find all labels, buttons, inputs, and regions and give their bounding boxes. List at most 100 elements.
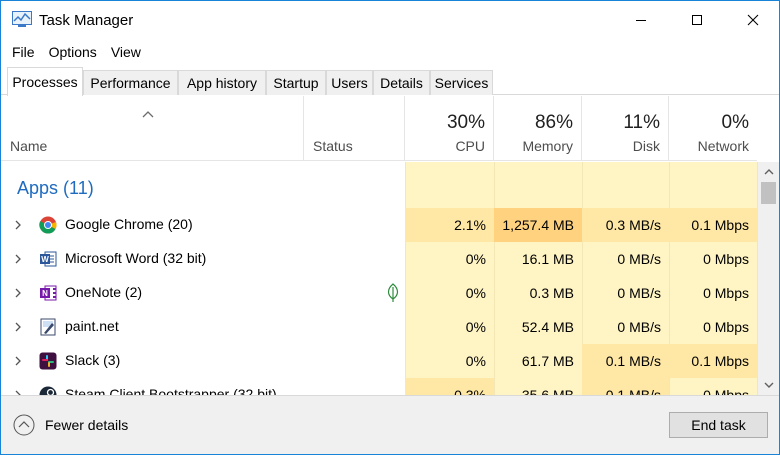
network-value: 0 Mbps xyxy=(703,251,749,267)
tab-details[interactable]: Details xyxy=(373,70,430,95)
svg-text:N: N xyxy=(42,289,48,298)
network-value: 0 Mbps xyxy=(703,387,749,395)
network-value: 0 Mbps xyxy=(703,285,749,301)
title-bar[interactable]: Task Manager xyxy=(1,1,779,39)
column-label-cpu: CPU xyxy=(455,138,485,154)
network-value: 0 Mbps xyxy=(703,319,749,335)
window-title: Task Manager xyxy=(39,12,134,29)
table-row[interactable]: Steam Client Bootstrapper (32 bit) 0.3% … xyxy=(1,378,757,395)
cpu-value: 2.1% xyxy=(405,208,494,242)
tab-startup[interactable]: Startup xyxy=(266,70,326,95)
menu-file[interactable]: File xyxy=(12,44,35,60)
menu-bar: File Options View xyxy=(1,39,779,64)
group-header-apps[interactable]: Apps (11) xyxy=(1,162,757,208)
process-name: paint.net xyxy=(65,318,119,334)
disk-value: 0 MB/s xyxy=(617,319,661,335)
cpu-value: 0% xyxy=(465,319,486,335)
maximize-icon xyxy=(692,15,702,25)
column-header-name[interactable]: Name xyxy=(1,96,304,161)
column-label-name: Name xyxy=(10,138,48,154)
scroll-up-icon[interactable] xyxy=(764,168,774,175)
column-header-network[interactable]: 0% Network xyxy=(669,96,757,161)
word-icon: W xyxy=(40,251,57,267)
svg-text:W: W xyxy=(41,255,49,264)
network-total-percent: 0% xyxy=(721,112,749,133)
memory-value: 1,257.4 MB xyxy=(494,208,582,242)
tab-app-history[interactable]: App history xyxy=(178,70,266,95)
table-row[interactable]: W Microsoft Word (32 bit) 0% 16.1 MB 0 M… xyxy=(1,242,757,276)
disk-value: 0 MB/s xyxy=(617,285,661,301)
onenote-icon: N xyxy=(40,285,57,301)
paintnet-icon xyxy=(40,318,56,336)
column-label-status: Status xyxy=(313,138,353,154)
tab-services[interactable]: Services xyxy=(430,70,493,95)
table-row[interactable]: Google Chrome (20) 2.1% 1,257.4 MB 0.3 M… xyxy=(1,208,757,242)
tab-processes[interactable]: Processes xyxy=(7,67,83,96)
tab-users[interactable]: Users xyxy=(326,70,373,95)
process-name: OneNote (2) xyxy=(65,284,143,300)
column-header-memory[interactable]: 86% Memory xyxy=(494,96,582,161)
sort-ascending-icon xyxy=(142,111,154,118)
chrome-icon xyxy=(39,216,57,234)
table-header: Name Status 30% CPU 86% Memory 11% Disk … xyxy=(1,96,757,161)
footer-bar: Fewer details End task xyxy=(1,395,779,454)
memory-value: 0.3 MB xyxy=(529,285,574,301)
column-label-network: Network xyxy=(697,138,749,154)
network-value: 0.1 Mbps xyxy=(669,208,757,242)
disk-total-percent: 11% xyxy=(623,112,660,133)
disk-value: 0.1 MB/s xyxy=(582,344,669,378)
menu-view[interactable]: View xyxy=(111,44,141,60)
network-value: 0.1 Mbps xyxy=(669,344,757,378)
leaf-icon xyxy=(387,283,399,302)
scroll-down-icon[interactable] xyxy=(764,382,774,389)
disk-value: 0.1 MB/s xyxy=(582,378,669,395)
chevron-right-icon[interactable] xyxy=(14,219,22,231)
cpu-value: 0% xyxy=(465,285,486,301)
process-name: Google Chrome (20) xyxy=(65,216,193,232)
minimize-icon xyxy=(636,20,646,21)
collapse-up-icon[interactable] xyxy=(13,414,35,436)
task-manager-icon xyxy=(12,11,32,27)
memory-value: 61.7 MB xyxy=(521,353,574,369)
close-button[interactable] xyxy=(730,1,776,39)
steam-icon xyxy=(39,386,57,395)
chevron-right-icon[interactable] xyxy=(14,321,22,333)
chevron-right-icon[interactable] xyxy=(14,253,22,265)
process-name: Slack (3) xyxy=(65,352,121,368)
column-header-disk[interactable]: 11% Disk xyxy=(582,96,669,161)
tab-strip: Processes Performance App history Startu… xyxy=(1,65,779,96)
slack-icon xyxy=(39,352,57,370)
minimize-button[interactable] xyxy=(618,1,664,39)
table-row[interactable]: N OneNote (2) 0% 0.3 MB 0 MB/s 0 Mbps xyxy=(1,276,757,310)
tab-performance[interactable]: Performance xyxy=(83,70,178,95)
chevron-right-icon[interactable] xyxy=(14,355,22,367)
memory-value: 35.6 MB xyxy=(521,387,574,395)
memory-value: 52.4 MB xyxy=(521,319,574,335)
table-row[interactable]: paint.net 0% 52.4 MB 0 MB/s 0 Mbps xyxy=(1,310,757,344)
task-manager-window: Task Manager File Options View Processes… xyxy=(0,0,780,455)
process-list[interactable]: Apps (11) Google Chrome (20) 2.1% 1,257.… xyxy=(1,162,757,395)
column-header-status[interactable]: Status xyxy=(304,96,405,161)
column-header-cpu[interactable]: 30% CPU xyxy=(405,96,494,161)
end-task-button[interactable]: End task xyxy=(669,412,768,438)
column-label-memory: Memory xyxy=(522,138,573,154)
table-row[interactable]: Slack (3) 0% 61.7 MB 0.1 MB/s 0.1 Mbps xyxy=(1,344,757,378)
group-title: Apps (11) xyxy=(17,178,94,198)
cpu-value: 0% xyxy=(465,251,486,267)
menu-options[interactable]: Options xyxy=(49,44,97,60)
cpu-value: 0.3% xyxy=(405,378,494,395)
vertical-scrollbar[interactable] xyxy=(757,162,779,395)
scrollbar-thumb[interactable] xyxy=(761,182,776,204)
cpu-total-percent: 30% xyxy=(446,112,485,133)
memory-total-percent: 86% xyxy=(534,112,573,133)
process-name: Microsoft Word (32 bit) xyxy=(65,250,207,266)
cpu-value: 0% xyxy=(465,353,486,369)
chevron-right-icon[interactable] xyxy=(14,287,22,299)
disk-value: 0.3 MB/s xyxy=(582,208,669,242)
process-name: Steam Client Bootstrapper (32 bit) xyxy=(65,386,277,395)
memory-value: 16.1 MB xyxy=(521,251,574,267)
maximize-button[interactable] xyxy=(674,1,720,39)
column-label-disk: Disk xyxy=(632,138,660,154)
close-icon xyxy=(747,14,759,26)
fewer-details-link[interactable]: Fewer details xyxy=(45,417,128,433)
